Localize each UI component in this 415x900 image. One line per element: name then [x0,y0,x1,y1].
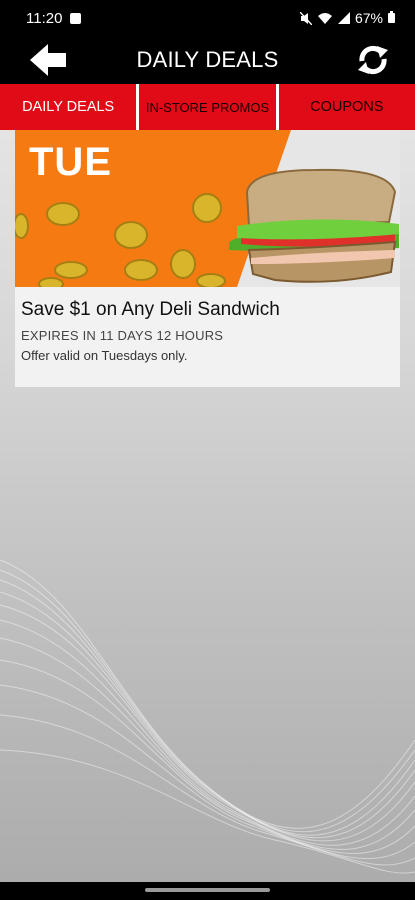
deal-day-label: TUE [29,140,112,184]
status-time: 11:20 [26,9,63,27]
refresh-icon [358,45,388,75]
system-nav-bar [0,882,415,900]
tab-daily-deals[interactable]: DAILY DEALS [0,84,137,130]
deal-expiry: EXPIRES IN 11 DAYS 12 HOURS [21,328,224,343]
background-waves [0,559,415,874]
deal-tabs: DAILY DEALS IN-STORE PROMOS COUPONS [0,84,415,130]
notification-icon [70,12,82,24]
tab-coupons[interactable]: COUPONS [278,84,415,130]
deal-note: Offer valid on Tuesdays only. [21,348,188,363]
deal-list[interactable]: TUE Save $1 on Any Deli Sandwich EXPIRES… [0,130,415,882]
home-handle[interactable] [145,888,270,892]
mute-icon [299,11,312,25]
page-title: DAILY DEALS [136,47,279,72]
signal-icon [337,12,350,24]
back-arrow-icon [30,44,66,76]
wifi-icon [317,12,333,25]
battery-icon [388,10,395,26]
back-button[interactable] [26,40,70,80]
battery-percent: 67% [354,10,383,26]
deal-banner: TUE [15,130,400,287]
sandwich-image [229,168,399,283]
tab-in-store-promos[interactable]: IN-STORE PROMOS [139,84,276,130]
refresh-button[interactable] [353,40,393,80]
status-bar: 11:20 67% [0,0,415,36]
app-bar: DAILY DEALS [0,36,415,84]
deal-card[interactable]: TUE Save $1 on Any Deli Sandwich EXPIRES… [15,130,400,387]
deal-title: Save $1 on Any Deli Sandwich [21,299,280,320]
